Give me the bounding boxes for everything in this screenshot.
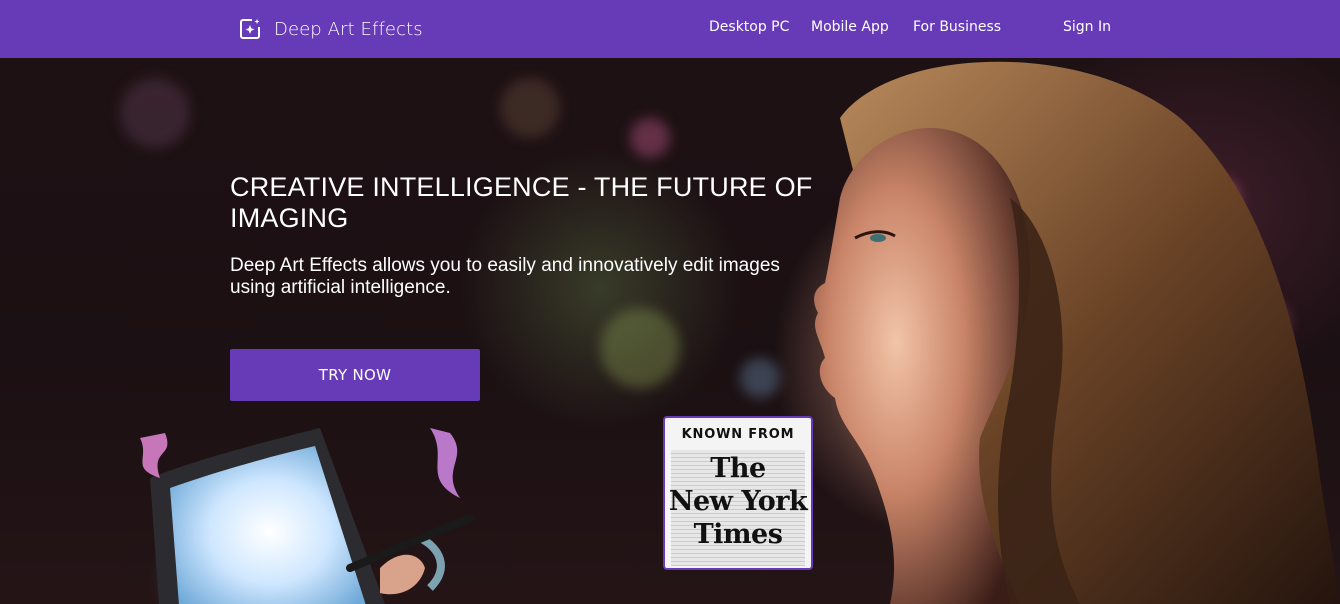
known-from-label: KNOWN FROM: [681, 427, 795, 442]
hero-title: CREATIVE INTELLIGENCE - THE FUTURE OF IM…: [230, 172, 813, 233]
sparkle-frame-icon: [240, 19, 260, 39]
nyt-logo-line-1: The: [710, 453, 766, 484]
brand-logo-link[interactable]: Deep Art Effects: [238, 16, 423, 42]
nav-desktop-pc[interactable]: Desktop PC: [709, 19, 789, 35]
brand-name: Deep Art Effects: [274, 18, 423, 40]
press-badge-nyt[interactable]: KNOWN FROM The New York Times: [663, 416, 813, 570]
bokeh-light: [740, 358, 780, 398]
nyt-logo-line-2: New York: [668, 486, 808, 517]
hero-subtitle: Deep Art Effects allows you to easily an…: [230, 255, 780, 298]
top-navbar: Deep Art Effects Desktop PC Mobile App F…: [0, 0, 1340, 58]
bokeh-light: [120, 78, 190, 148]
nav-mobile-app[interactable]: Mobile App: [811, 19, 889, 35]
hero-woman-image: [814, 61, 1340, 604]
bokeh-light: [630, 118, 670, 158]
bokeh-light: [500, 78, 560, 138]
hero-section: CREATIVE INTELLIGENCE - THE FUTURE OF IM…: [0, 58, 1340, 604]
nyt-logo: The New York Times: [665, 452, 811, 551]
try-now-button[interactable]: TRY NOW: [230, 349, 480, 401]
bokeh-light: [600, 308, 680, 388]
sign-in-link[interactable]: Sign In: [1063, 19, 1111, 35]
tablet-illustration: [140, 428, 474, 604]
nav-for-business[interactable]: For Business: [913, 19, 1001, 35]
nyt-logo-line-3: Times: [693, 519, 783, 550]
